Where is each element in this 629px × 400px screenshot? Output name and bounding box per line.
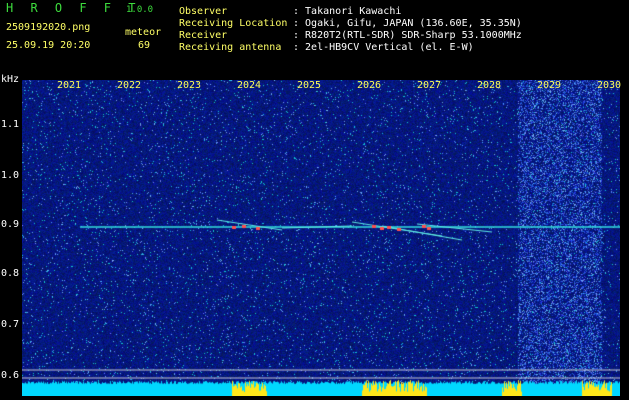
x-tick-label: 2028 [477, 80, 502, 91]
y-tick-label: 0.8 [1, 268, 20, 279]
x-tick-label: 2021 [57, 80, 82, 91]
x-tick-label: 2026 [357, 80, 382, 91]
y-tick-label: 0.7 [1, 319, 20, 330]
y-tick-label: 1.0 [1, 170, 20, 181]
receiver-value: : R820T2(RTL-SDR) SDR-Sharp 53.1000MHz [293, 30, 522, 41]
header-panel: H R O F F T 1.0.0 2509192020.png 25.09.1… [0, 0, 629, 74]
app-version: 1.0.0 [126, 5, 154, 15]
datetime: 25.09.19 20:20 [6, 40, 91, 51]
x-tick-label: 2029 [537, 80, 562, 91]
right-margin [620, 74, 629, 400]
observer-label: Observer [179, 6, 228, 17]
y-tick-label: 1.1 [1, 119, 20, 130]
y-tick-label: 0.9 [1, 219, 20, 230]
x-tick-label: 2030 [597, 80, 622, 91]
receiver-label: Receiver [179, 30, 228, 41]
app-name: H R O F F T [6, 1, 141, 15]
x-tick-label: 2023 [177, 80, 202, 91]
meteor-label: meteor [125, 27, 162, 38]
antenna-label: Receiving antenna [179, 42, 282, 53]
y-unit-label: kHz [1, 74, 20, 85]
observer-value: : Takanori Kawachi [293, 6, 402, 17]
filename: 2509192020.png [6, 22, 91, 33]
y-tick-label: 0.6 [1, 370, 20, 381]
spectrogram-canvas [22, 80, 620, 396]
x-tick-label: 2027 [417, 80, 442, 91]
location-value: : Ogaki, Gifu, JAPAN (136.60E, 35.35N) [293, 18, 522, 29]
meteor-count: 69 [138, 40, 151, 51]
x-tick-label: 2025 [297, 80, 322, 91]
x-tick-label: 2024 [237, 80, 262, 91]
location-label: Receiving Location [179, 18, 288, 29]
antenna-value: : 2el-HB9CV Vertical (el. E-W) [293, 42, 474, 53]
x-tick-label: 2022 [117, 80, 142, 91]
